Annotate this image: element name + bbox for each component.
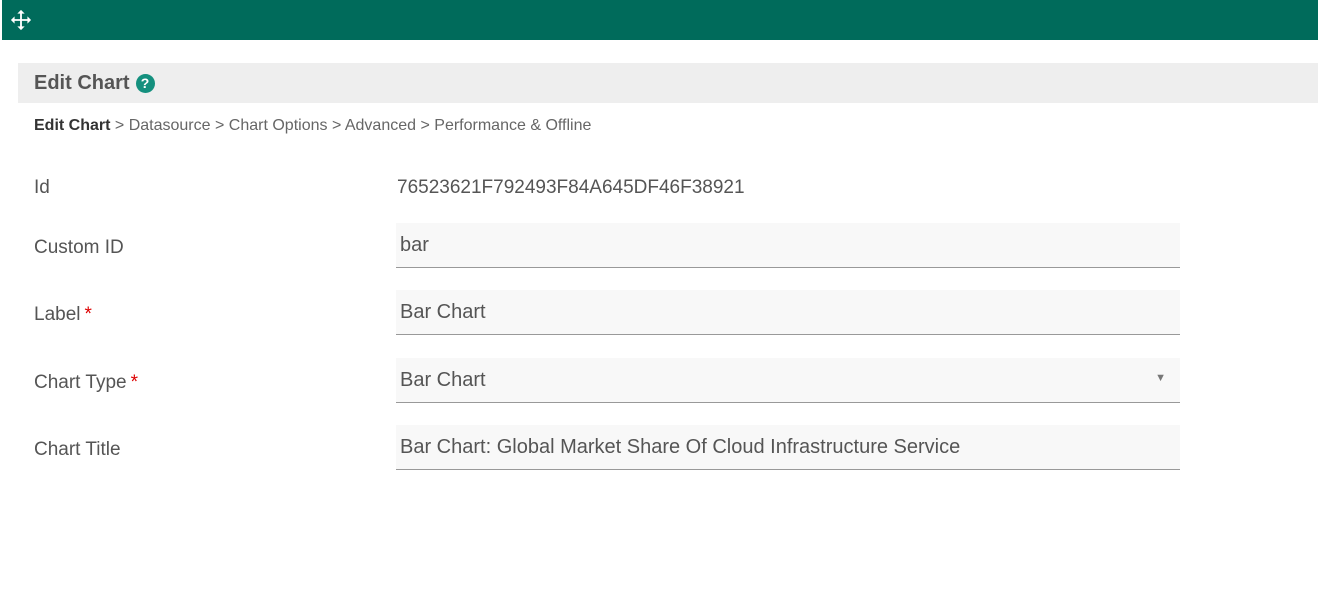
label-text: Label (34, 304, 81, 325)
title-bar: Edit Chart ? (18, 63, 1318, 103)
top-bar (2, 0, 1318, 40)
separator: > (114, 117, 125, 134)
separator: > (214, 117, 225, 134)
dropdown-caret-icon: ▼ (1155, 372, 1166, 384)
chart-type-text: Chart Type (34, 372, 127, 393)
id-label: Id (34, 177, 50, 198)
label-label: Label * (34, 304, 92, 326)
separator: > (331, 117, 342, 134)
breadcrumb-chart-options[interactable]: Chart Options (229, 117, 328, 134)
move-icon[interactable] (10, 9, 32, 31)
page-title: Edit Chart (34, 71, 130, 94)
breadcrumb-datasource[interactable]: Datasource (129, 117, 211, 134)
chart-type-label: Chart Type * (34, 372, 138, 394)
id-value: 76523621F792493F84A645DF46F38921 (397, 177, 745, 198)
separator: > (420, 117, 430, 134)
required-marker: * (84, 304, 92, 325)
custom-id-label: Custom ID (34, 237, 124, 258)
breadcrumb-advanced[interactable]: Advanced (345, 117, 416, 134)
breadcrumb-performance[interactable]: Performance & Offline (434, 117, 591, 134)
custom-id-input[interactable] (396, 223, 1180, 268)
chart-type-value: Bar Chart (400, 368, 486, 391)
breadcrumb-edit-chart[interactable]: Edit Chart (34, 117, 110, 134)
chart-title-label: Chart Title (34, 439, 121, 460)
chart-title-input[interactable] (396, 425, 1180, 470)
help-icon[interactable]: ? (135, 73, 155, 93)
chart-type-select[interactable]: Bar Chart ▼ (396, 358, 1180, 403)
label-input[interactable] (396, 290, 1180, 335)
required-marker: * (130, 372, 138, 393)
breadcrumb: Edit Chart > Datasource > Chart Options … (34, 117, 591, 135)
